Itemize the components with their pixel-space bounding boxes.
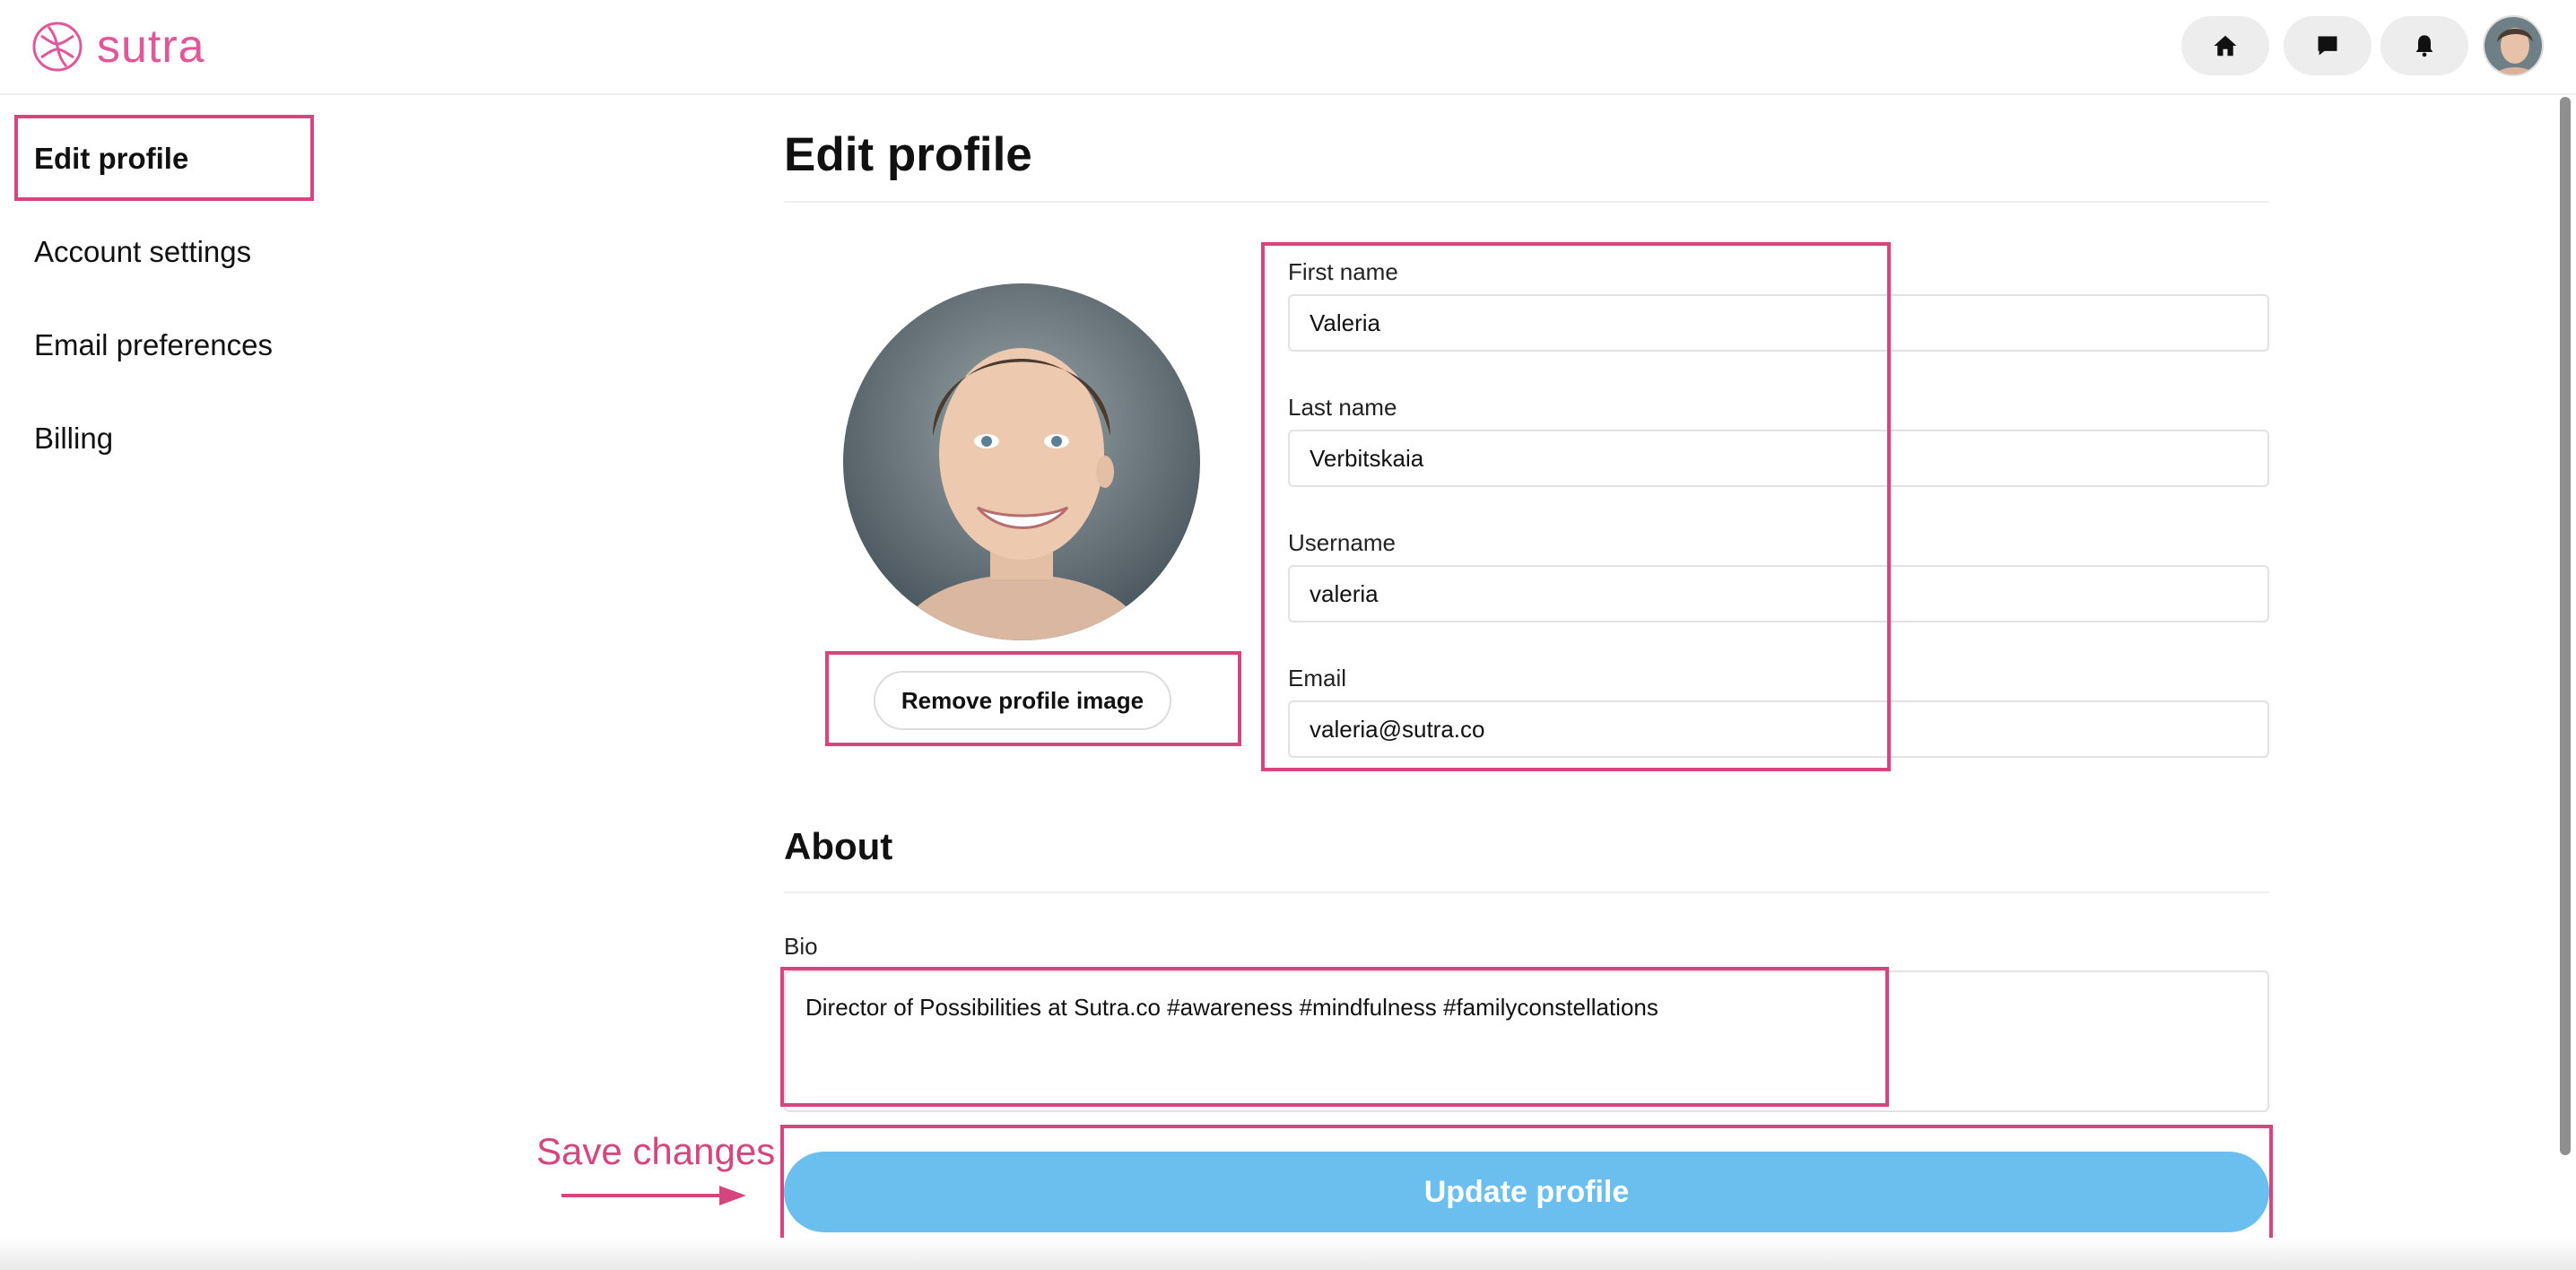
about-heading: About [784,825,893,867]
email-label: Email [1288,665,1347,692]
bio-textarea[interactable]: Director of Possibilities at Sutra.co #a… [784,970,2269,1112]
bell-icon [2415,35,2433,57]
logo[interactable]: sutra [30,18,205,75]
notifications-button[interactable] [2380,16,2468,75]
sidebar-item-account-settings[interactable]: Account settings [34,235,251,269]
profile-photo [843,283,1200,640]
save-changes-note: Save changes [536,1130,776,1172]
last-name-label: Last name [1288,394,1397,421]
home-button[interactable] [2181,16,2269,75]
bottom-shadow [0,1238,2576,1270]
sidebar-item-edit-profile[interactable]: Edit profile [34,142,188,176]
title-divider [784,201,2269,203]
arrow-right-icon [561,1186,746,1205]
first-name-label: First name [1288,258,1398,285]
chat-icon [2318,36,2337,56]
page-title: Edit profile [784,128,1032,181]
user-avatar[interactable] [2483,15,2544,76]
logo-text: sutra [97,21,205,73]
home-icon [2214,35,2237,57]
remove-profile-image-button[interactable]: Remove profile image [874,671,1171,730]
profile-image [843,283,1200,640]
sutra-logo-icon [32,22,83,72]
username-label: Username [1288,529,1396,556]
about-divider [784,892,2269,893]
avatar-image [2485,17,2542,74]
messages-button[interactable] [2284,16,2371,75]
update-profile-button[interactable]: Update profile [784,1152,2269,1232]
email-field[interactable] [1288,700,2269,758]
first-name-field[interactable] [1288,294,2269,352]
bio-label: Bio [784,933,818,960]
last-name-field[interactable] [1288,430,2269,487]
username-field[interactable] [1288,565,2269,622]
sidebar-item-email-preferences[interactable]: Email preferences [34,328,273,362]
top-bar: sutra [0,0,2576,95]
scrollbar[interactable] [2560,97,2571,1155]
sidebar-item-billing[interactable]: Billing [34,422,113,456]
